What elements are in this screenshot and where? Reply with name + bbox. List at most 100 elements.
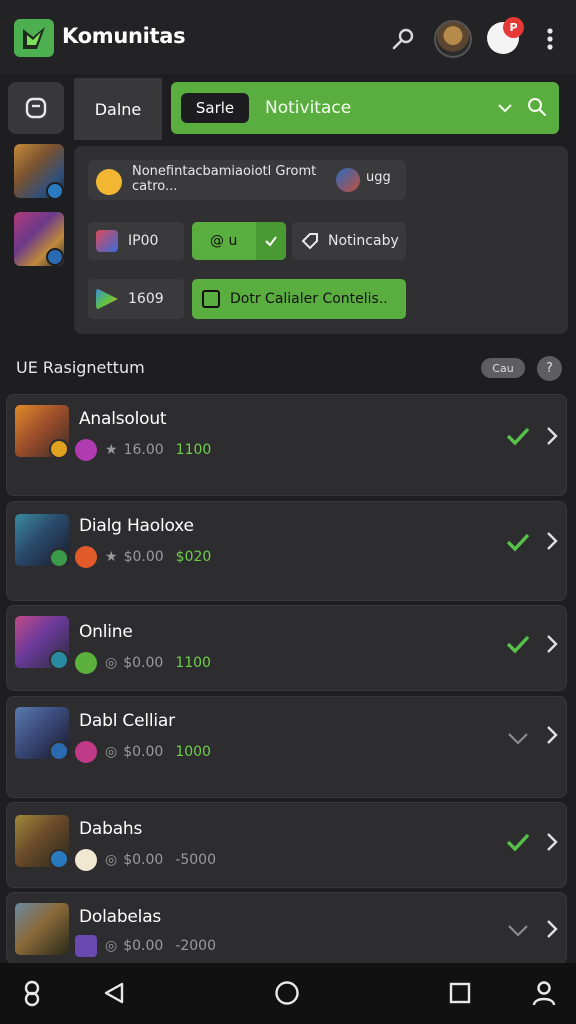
smiley-icon — [96, 169, 122, 195]
list-item-price: -2000 — [175, 938, 216, 954]
category-icon — [75, 935, 97, 957]
profile-avatar[interactable] — [434, 20, 472, 58]
clock-icon: ◎ — [105, 938, 118, 954]
panel-item-code[interactable]: @ u — [192, 222, 286, 260]
panel-item-action[interactable]: Dotr Calialer Contelis.. — [192, 279, 406, 319]
more-vertical-icon[interactable] — [540, 26, 560, 52]
search-icon[interactable] — [390, 26, 416, 52]
list-item-meta: ★ $0.00 $020 — [75, 546, 211, 568]
search-pill[interactable]: Sarle — [181, 93, 249, 123]
tab-online[interactable]: Dalne — [74, 78, 162, 140]
panel-item-code-label: @ u — [210, 233, 238, 249]
star-icon: ★ — [105, 442, 118, 458]
list-item[interactable]: Dialg Haoloxe ★ $0.00 $020 — [6, 501, 567, 601]
panel-item-notif-label: Notincaby — [328, 233, 399, 249]
rail-badge-2 — [46, 248, 64, 266]
clipboard-icon — [202, 290, 220, 308]
chevron-right-icon[interactable] — [545, 426, 559, 446]
chevron-right-icon[interactable] — [545, 919, 559, 939]
list-item-stat: $0.00 — [123, 852, 164, 868]
chevron-down-icon[interactable] — [505, 917, 531, 943]
list-item-price: -5000 — [175, 852, 216, 868]
check-icon — [256, 222, 286, 260]
list-item-name: Dabl Celliar — [79, 711, 175, 731]
panel-message[interactable]: Nonefintacbamiaoiotl Gromt catro... ugg — [88, 160, 406, 200]
logo-icon[interactable] — [14, 19, 54, 57]
section-pill[interactable]: Cau — [481, 358, 525, 378]
filter-panel: Nonefintacbamiaoiotl Gromt catro... ugg … — [74, 146, 568, 334]
list-item-name: Dolabelas — [79, 907, 162, 927]
check-icon — [506, 533, 530, 552]
chevron-right-icon[interactable] — [545, 531, 559, 551]
square-icon — [25, 97, 47, 119]
clock-icon: ◎ — [105, 852, 118, 868]
list-item-price: 1100 — [175, 655, 211, 671]
chevron-right-icon[interactable] — [545, 634, 559, 654]
chevron-down-icon[interactable] — [497, 100, 513, 116]
chevron-right-icon[interactable] — [545, 832, 559, 852]
recents-icon[interactable] — [446, 979, 474, 1007]
section-help-icon[interactable]: ? — [537, 356, 562, 381]
list-item[interactable]: Online ◎ $0.00 1100 — [6, 605, 567, 691]
list-item[interactable]: Dabl Celliar ◎ $0.00 1000 — [6, 696, 567, 798]
search-icon[interactable] — [527, 97, 547, 117]
list-item-stat: $0.00 — [123, 655, 164, 671]
panel-item-ip[interactable]: IP00 — [88, 222, 184, 260]
panel-message-text: Nonefintacbamiaoiotl Gromt catro... — [132, 164, 317, 194]
filter-bar[interactable]: Sarle Notivitace — [171, 82, 559, 134]
panel-message-tag: ugg — [366, 170, 391, 185]
star-icon: ★ — [105, 549, 118, 565]
list-item-name: Analsolout — [79, 409, 167, 429]
list-item-price: 1000 — [175, 744, 211, 760]
panel-item-action-label: Dotr Calialer Contelis.. — [230, 291, 388, 307]
list-item-name: Dialg Haoloxe — [79, 516, 194, 536]
panel-item-count[interactable]: 1609 — [88, 279, 184, 319]
list-item-stat: $0.00 — [123, 549, 164, 565]
list-item[interactable]: Analsolout ★ 16.00 1100 — [6, 394, 567, 496]
list-item-stat: $0.00 — [123, 744, 164, 760]
list-item-name: Online — [79, 622, 133, 642]
badge-icon — [49, 650, 69, 670]
list-item-meta: ★ 16.00 1100 — [75, 439, 211, 461]
panel-item-ip-label: IP00 — [128, 233, 159, 249]
category-icon — [75, 741, 97, 763]
cube-icon — [96, 230, 118, 252]
tag-icon — [301, 233, 318, 250]
avatar — [15, 903, 69, 955]
notification-badge: P — [503, 17, 524, 38]
category-icon — [75, 849, 97, 871]
panel-item-notif[interactable]: Notincaby — [292, 222, 406, 260]
category-icon — [75, 546, 97, 568]
check-icon — [506, 427, 530, 446]
clock-icon: ◎ — [105, 744, 118, 760]
message-avatar — [336, 168, 360, 192]
list-item[interactable]: Dabahs ◎ $0.00 -5000 — [6, 802, 567, 888]
list-item-name: Dabahs — [79, 819, 143, 839]
category-icon — [75, 652, 97, 674]
app-bar: Komunitas P — [0, 0, 576, 74]
list-item[interactable]: Dolabelas ◎ $0.00 -2000 — [6, 892, 567, 964]
section-title: UE Rasignettum — [16, 358, 145, 377]
list-item-meta: ◎ $0.00 -2000 — [75, 935, 216, 957]
user-icon[interactable] — [530, 979, 558, 1007]
play-store-icon — [96, 288, 118, 310]
rail-badge-1 — [46, 182, 64, 200]
ring-icon[interactable] — [18, 979, 46, 1007]
back-icon[interactable] — [100, 979, 128, 1007]
rail-square-button[interactable] — [8, 82, 64, 134]
app-title: Komunitas — [62, 24, 186, 48]
badge-icon — [49, 849, 69, 869]
category-icon — [75, 439, 97, 461]
badge-icon — [49, 741, 69, 761]
panel-item-count-label: 1609 — [128, 291, 164, 307]
filter-label: Notivitace — [265, 98, 352, 118]
list-item-price: 1100 — [175, 442, 212, 458]
clock-icon: ◎ — [105, 655, 118, 671]
home-icon[interactable] — [273, 979, 301, 1007]
chevron-right-icon[interactable] — [545, 725, 559, 745]
chevron-down-icon[interactable] — [505, 725, 531, 751]
list-item-stat: $0.00 — [123, 938, 164, 954]
badge-icon — [49, 548, 69, 568]
badge-icon — [49, 439, 69, 459]
list-item-price: $020 — [175, 549, 212, 565]
